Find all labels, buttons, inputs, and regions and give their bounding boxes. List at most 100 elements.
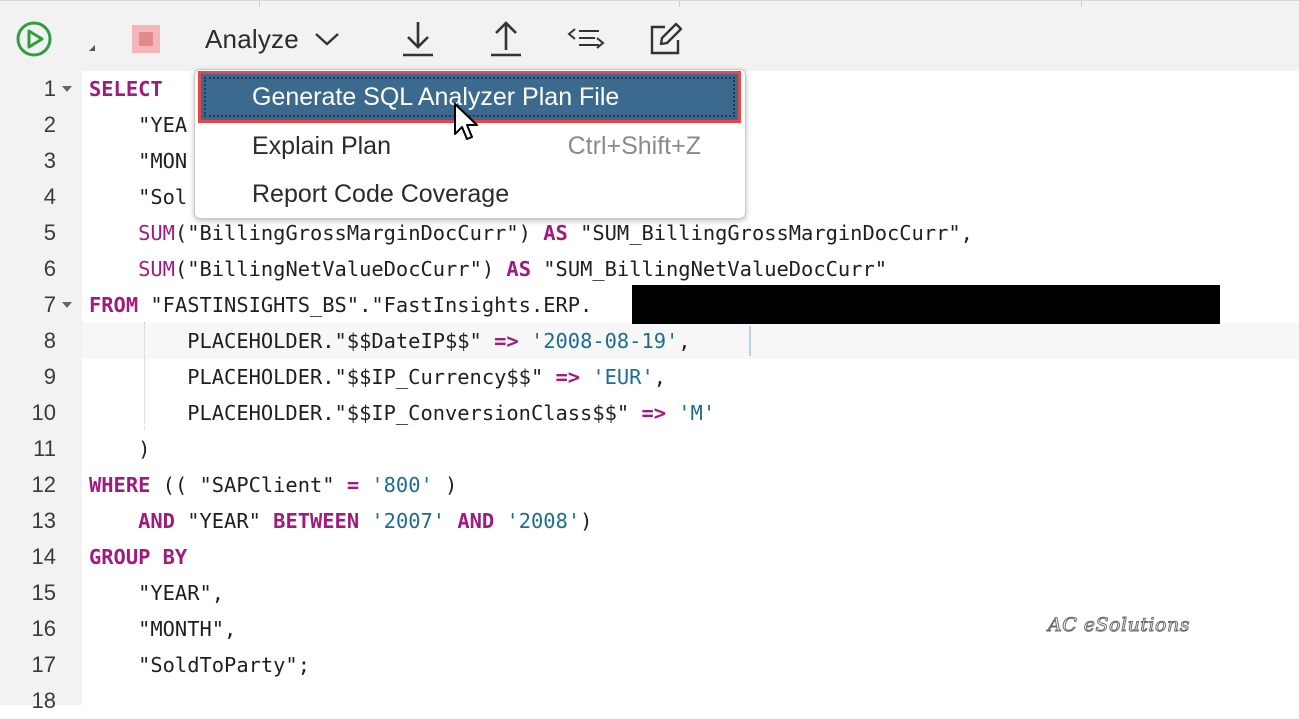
play-circle-icon [16, 21, 52, 57]
code-line[interactable]: 10 PLACEHOLDER."$$IP_ConversionClass$$" … [0, 395, 1299, 431]
code-text: PLACEHOLDER."$$IP_ConversionClass$$" => … [89, 395, 715, 431]
code-line[interactable]: 5 SUM("BillingGrossMarginDocCurr") AS "S… [0, 215, 1299, 251]
code-line[interactable]: 6 SUM("BillingNetValueDocCurr") AS "SUM_… [0, 251, 1299, 287]
code-token: AND [138, 509, 175, 533]
code-line[interactable]: 8 PLACEHOLDER."$$DateIP$$" => '2008-08-1… [44, 323, 1299, 359]
code-token: PLACEHOLDER."$$DateIP$$" [89, 329, 495, 353]
code-token: , [653, 365, 667, 389]
code-token: ) [89, 437, 151, 461]
line-number: 16 [31, 616, 56, 641]
code-text: SUM("BillingNetValueDocCurr") AS "SUM_Bi… [89, 251, 887, 287]
line-number: 18 [31, 688, 56, 713]
code-text: FROM "FASTINSIGHTS_BS"."FastInsights.ERP… [89, 287, 592, 323]
line-number: 12 [31, 472, 56, 497]
stop-button[interactable] [128, 19, 164, 59]
line-number: 17 [31, 652, 56, 677]
code-text: WHERE (( "SAPClient" = '800' ) [89, 467, 457, 503]
line-number: 10 [31, 400, 56, 425]
code-text: "MONTH", [89, 611, 236, 647]
code-token: SUM [138, 221, 175, 245]
code-token: '2008-08-19' [530, 329, 679, 353]
code-text: "MON [89, 143, 187, 179]
code-token: AS [506, 257, 531, 281]
fold-toggle-icon[interactable] [62, 86, 72, 92]
code-token: SELECT [89, 77, 163, 101]
code-text: SELECT [89, 71, 163, 107]
code-token: "SoldToParty"; [89, 653, 310, 677]
code-token: (( "SAPClient" [150, 473, 347, 497]
fold-toggle-icon[interactable] [62, 302, 72, 308]
code-token: ) [580, 509, 593, 533]
run-button[interactable] [14, 19, 54, 59]
code-text: SUM("BillingGrossMarginDocCurr") AS "SUM… [89, 215, 973, 251]
line-number: 3 [43, 148, 56, 173]
line-number: 7 [43, 292, 56, 317]
upload-icon [491, 21, 521, 57]
code-text: AND "YEAR" BETWEEN '2007' AND '2008') [89, 503, 592, 539]
code-token: AS [543, 221, 568, 245]
menu-item-report-code-coverage[interactable]: Report Code Coverage [195, 170, 745, 218]
code-token: WHERE [89, 473, 151, 497]
redacted-text [632, 285, 1220, 324]
code-line[interactable]: 15 "YEAR", [0, 575, 1299, 611]
run-options-caret-icon[interactable] [89, 45, 95, 51]
code-line[interactable]: 11 ) [0, 431, 1299, 467]
code-text: PLACEHOLDER."$$IP_Currency$$" => 'EUR', [89, 359, 666, 395]
code-token: FROM [89, 293, 139, 317]
code-token: "YEAR", [89, 581, 225, 605]
toolbar-divider [259, 1, 260, 7]
toolbar-divider [1081, 1, 1082, 7]
code-token: GROUP BY [89, 545, 188, 569]
code-token: '800' [371, 473, 433, 497]
code-text: "YEAR", [89, 575, 224, 611]
code-text: ) [89, 431, 150, 467]
format-code-button[interactable] [564, 19, 608, 59]
line-number: 13 [31, 508, 56, 533]
code-token: "YEAR" [174, 509, 274, 533]
download-icon [403, 22, 433, 57]
mouse-pointer-icon [454, 103, 478, 140]
code-token: ("BillingNetValueDocCurr") [174, 257, 507, 281]
code-token: "Sol [89, 185, 188, 209]
edit-button[interactable] [644, 19, 686, 59]
code-token: ) [432, 473, 458, 497]
code-line[interactable]: 14 GROUP BY [0, 539, 1299, 575]
upload-button[interactable] [486, 19, 526, 59]
indent-guide [144, 322, 145, 430]
code-token: '2007' [371, 509, 446, 533]
code-token: SUM [138, 257, 175, 281]
code-token: "SUM_BillingNetValueDocCurr" [530, 257, 887, 281]
code-token: '2008' [506, 509, 581, 533]
code-token: "MONTH", [89, 617, 237, 641]
code-line[interactable]: 17 "SoldToParty"; [0, 647, 1299, 683]
code-token: "YEA [89, 113, 188, 137]
code-token: AND [457, 509, 495, 533]
code-token: => [641, 401, 666, 425]
code-line[interactable]: 13 AND "YEAR" BETWEEN '2007' AND '2008') [0, 503, 1299, 539]
code-token: 'EUR' [592, 365, 654, 389]
download-button[interactable] [398, 19, 438, 59]
analyze-dropdown-menu: Generate SQL Analyzer Plan File Explain … [194, 69, 746, 219]
menu-item-label: Explain Plan [252, 132, 391, 160]
line-number: 15 [31, 580, 56, 605]
code-text: "SoldToParty"; [89, 647, 310, 683]
code-token: , [678, 329, 691, 353]
code-line[interactable]: 18 [0, 683, 1299, 719]
code-token: 'M' [678, 401, 716, 425]
analyze-menu-button[interactable]: Analyze [205, 19, 355, 59]
code-token: "MON [89, 149, 188, 173]
code-line[interactable]: 9 PLACEHOLDER."$$IP_Currency$$" => 'EUR'… [0, 359, 1299, 395]
code-token: BETWEEN [273, 509, 360, 533]
code-token: PLACEHOLDER."$$IP_ConversionClass$$" [89, 401, 642, 425]
code-text: GROUP BY [89, 539, 187, 575]
code-text: "Sol [89, 179, 187, 215]
code-line[interactable]: 12 WHERE (( "SAPClient" = '800' ) [0, 467, 1299, 503]
